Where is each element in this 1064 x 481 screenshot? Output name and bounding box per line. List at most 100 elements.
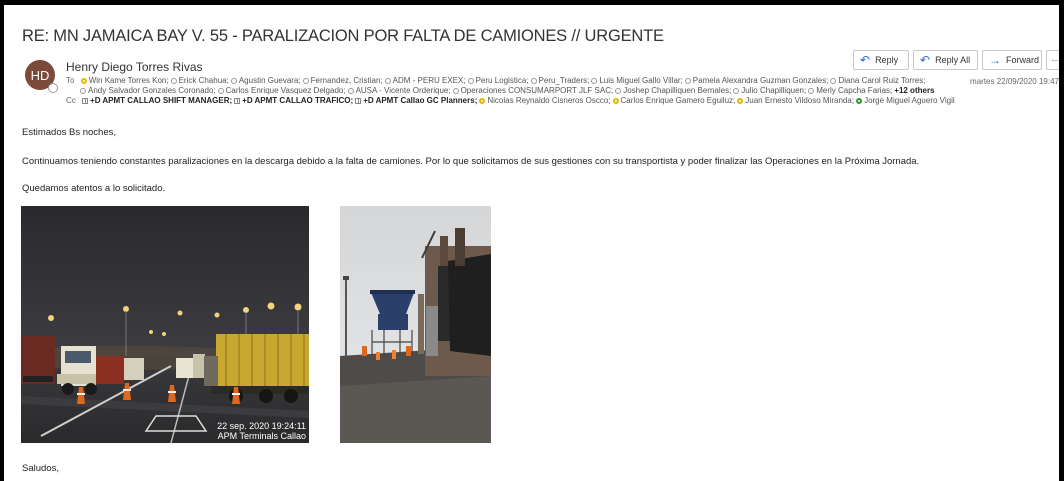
reply-all-label: Reply All — [935, 55, 971, 65]
recipient-name: Peru_Traders; — [538, 76, 590, 85]
recipient-name: +D APMT CALLAO SHIFT MANAGER; — [90, 96, 233, 105]
recipient[interactable]: Peru_Traders; — [530, 76, 590, 85]
presence-status-icon — [530, 78, 537, 84]
cc-label: Cc — [66, 96, 76, 105]
recipient-name: Erick Chahua; — [178, 76, 229, 85]
presence-status-icon — [733, 88, 740, 94]
recipient[interactable]: Peru Logistica; — [467, 76, 529, 85]
recipient[interactable]: Win Kame Torres Kon; — [80, 76, 169, 85]
avatar-initials: HD — [30, 67, 50, 83]
cc-recipients-line: Cc +D APMT CALLAO SHIFT MANAGER; +D APMT … — [66, 96, 957, 106]
recipient-name: Luis Miguel Gallo Villar; — [599, 76, 683, 85]
email-datetime: martes 22/09/2020 19:47 — [970, 77, 1059, 86]
dock-hopper-image — [340, 206, 491, 443]
email-subject: RE: MN JAMAICA BAY V. 55 - PARALIZACION … — [22, 27, 664, 45]
presence-status-icon — [217, 88, 224, 94]
to-recipients-line-2: Andy Salvador Gonzales Coronado; Carlos E… — [80, 86, 935, 96]
recipient-name: Nicolas Reynaldo Cisneros Oscco; — [487, 96, 611, 105]
recipient-name: Carlos Enrique Vasquez Delgado; — [225, 86, 346, 95]
recipient-name: Julio Chapilliquen; — [741, 86, 807, 95]
recipient-name: Operaciones CONSUMARPORT JLF SAC; — [460, 86, 614, 95]
photo-night-port-trucks[interactable]: 22 sep. 2020 19:24:11 APM Terminals Call… — [21, 206, 309, 443]
recipient-name: Carlos Enrique Gamero Eguiluz; — [620, 96, 736, 105]
recipient-name: AUSA - Vicente Orderique; — [355, 86, 451, 95]
more-actions-button[interactable]: ··· — [1046, 50, 1059, 70]
group-icon — [234, 98, 241, 104]
presence-status-icon — [612, 98, 619, 104]
presence-status-icon — [684, 78, 691, 84]
to-label: To — [66, 76, 75, 85]
recipient-name: ADM - PERU EXEX; — [392, 76, 466, 85]
presence-status-icon — [347, 88, 354, 94]
recipient[interactable]: Diana Carol Ruiz Torres; — [830, 76, 925, 85]
recipient-name: Peru Logistica; — [475, 76, 529, 85]
presence-status-icon — [856, 98, 863, 104]
reply-all-icon: ↶ — [920, 53, 931, 67]
recipient-name: Joshep Chapilliquen Bernales; — [623, 86, 732, 95]
forward-label: Forward — [1006, 55, 1040, 65]
presence-status-icon — [808, 88, 815, 94]
presence-status-icon — [479, 98, 486, 104]
forward-button[interactable]: → Forward — [982, 50, 1042, 70]
group-icon — [82, 98, 89, 104]
presence-status-icon — [80, 88, 86, 94]
recipient[interactable]: Luis Miguel Gallo Villar; — [591, 76, 683, 85]
group-icon — [355, 98, 362, 104]
presence-status-icon — [615, 88, 622, 94]
reply-all-button[interactable]: ↶ Reply All — [913, 50, 978, 70]
recipient-name: Diana Carol Ruiz Torres; — [838, 76, 926, 85]
recipient-name: Merly Capcha Farias; — [816, 86, 893, 95]
recipient[interactable]: Carlos Enrique Vasquez Delgado; — [217, 86, 346, 95]
recipient-name: +D APMT CALLAO TRAFICO; — [242, 96, 354, 105]
photo-timestamp-location: APM Terminals Callao — [217, 431, 306, 441]
reply-button[interactable]: ↶ Reply — [853, 50, 909, 70]
recipient-name: +D APMT Callao GC Planners; — [363, 96, 478, 105]
night-port-image — [21, 206, 309, 443]
recipient[interactable]: Operaciones CONSUMARPORT JLF SAC; — [452, 86, 614, 95]
recipient[interactable]: Jorge Miguel Aguero Vigil — [856, 96, 955, 105]
recipient-group[interactable]: +D APMT CALLAO TRAFICO; — [234, 96, 353, 105]
recipient-name: Agustin Guevara; — [238, 76, 301, 85]
body-paragraph: Continuamos teniendo constantes paraliza… — [22, 156, 920, 167]
body-signoff: Saludos, — [22, 463, 59, 474]
sender-name[interactable]: Henry Diego Torres Rivas — [66, 60, 203, 74]
recipient-name: Juan Ernesto Vildoso Miranda; — [745, 96, 855, 105]
presence-status-icon — [80, 78, 87, 84]
recipient[interactable]: Julio Chapilliquen; — [733, 86, 806, 95]
photo-dock-hopper[interactable] — [340, 206, 491, 443]
recipient[interactable]: Joshep Chapilliquen Bernales; — [615, 86, 731, 95]
recipient-name: Andy Salvador Gonzales Coronado; — [88, 86, 216, 95]
recipient[interactable]: Merly Capcha Farias; — [808, 86, 892, 95]
recipient-name: Pamela Alexandra Guzman Gonzales; — [692, 76, 829, 85]
recipient[interactable]: Agustin Guevara; — [230, 76, 301, 85]
presence-icon — [48, 83, 58, 93]
body-greeting: Estimados Bs noches, — [22, 127, 116, 138]
presence-status-icon — [384, 78, 391, 84]
recipient-name: Fernandez, Cristian; — [310, 76, 383, 85]
presence-status-icon — [591, 78, 598, 84]
more-icon: ··· — [1051, 55, 1060, 65]
photo-timestamp: 22 sep. 2020 19:24:11 APM Terminals Call… — [217, 421, 306, 441]
reply-icon: ↶ — [860, 53, 871, 67]
to-recipients-line: To Win Kame Torres Kon; Erick Chahua; Agus… — [66, 76, 927, 86]
recipient[interactable]: Carlos Enrique Gamero Eguiluz; — [612, 96, 736, 105]
recipient[interactable]: Andy Salvador Gonzales Coronado; — [80, 86, 216, 95]
recipient[interactable]: Erick Chahua; — [170, 76, 229, 85]
recipient-group[interactable]: +D APMT CALLAO SHIFT MANAGER; — [82, 96, 232, 105]
recipient-group[interactable]: +D APMT Callao GC Planners; — [355, 96, 477, 105]
recipient[interactable]: ADM - PERU EXEX; — [384, 76, 466, 85]
photo-timestamp-date: 22 sep. 2020 19:24:11 — [217, 421, 306, 431]
presence-status-icon — [302, 78, 309, 84]
recipient[interactable]: AUSA - Vicente Orderique; — [347, 86, 451, 95]
presence-status-icon — [830, 78, 837, 84]
more-recipients-link[interactable]: +12 others — [894, 86, 934, 95]
presence-status-icon — [170, 78, 177, 84]
recipient[interactable]: Fernandez, Cristian; — [302, 76, 383, 85]
recipient[interactable]: Pamela Alexandra Guzman Gonzales; — [684, 76, 829, 85]
email-reading-pane: RE: MN JAMAICA BAY V. 55 - PARALIZACION … — [4, 5, 1059, 481]
presence-status-icon — [230, 78, 237, 84]
recipient[interactable]: Juan Ernesto Vildoso Miranda; — [737, 96, 854, 105]
body-closing-request: Quedamos atentos a lo solicitado. — [22, 183, 166, 194]
presence-status-icon — [467, 78, 474, 84]
recipient[interactable]: Nicolas Reynaldo Cisneros Oscco; — [479, 96, 611, 105]
